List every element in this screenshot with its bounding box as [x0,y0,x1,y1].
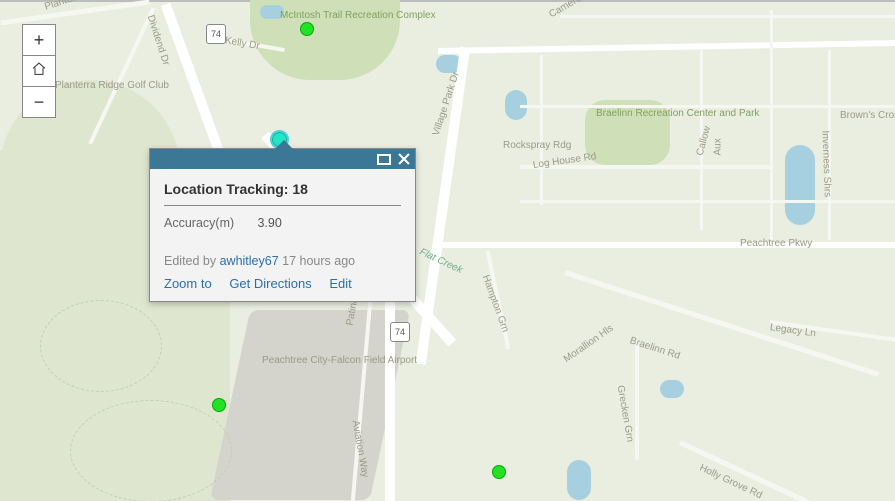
location-marker-3[interactable] [492,465,506,479]
label-braelinn-park: Braelinn Recreation Center and Park [596,108,666,119]
hwy-shield-74a: 74 [206,24,226,44]
hwy-shield-74b: 74 [390,322,410,342]
feature-popup: Location Tracking: 18 Accuracy(m) 3.90 E… [149,148,416,302]
label-browns: Brown's Crossing [840,110,895,121]
accuracy-label: Accuracy(m) [164,216,254,230]
label-rockspray: Rockspray Rdg [503,140,571,151]
grecken-grn [635,340,639,460]
popup-maximize-button[interactable] [377,152,391,166]
zoom-out-button[interactable]: − [23,87,55,117]
airport-area [210,310,410,500]
location-marker-2[interactable] [212,398,226,412]
label-aux: Aux [713,138,724,155]
grid-h3 [520,200,895,203]
popup-close-button[interactable] [397,152,411,166]
grid-v2 [770,10,773,240]
edited-prefix: Edited by [164,254,220,268]
label-airport: Peachtree City-Falcon Field Airport [262,355,342,366]
popup-body: Location Tracking: 18 Accuracy(m) 3.90 E… [150,169,415,301]
label-grecken: Grecken Grn [615,385,636,443]
popup-title-value: 18 [292,181,308,197]
location-marker-1[interactable] [300,22,314,36]
lake-east [785,145,815,225]
label-peachtree-pkwy: Peachtree Pkwy [740,238,812,249]
editor-link[interactable]: awhitley67 [220,254,279,268]
popup-title-prefix: Location Tracking: [164,181,292,197]
plus-icon: + [34,30,45,51]
get-directions-link[interactable]: Get Directions [229,276,311,291]
label-planterra: Planterra Ridge Golf Club [55,80,115,91]
grid-h1 [560,15,895,18]
label-inverness: Inverness Shrs [820,130,833,197]
map-canvas[interactable]: 74 74 McIntosh Trail Recreation Complex … [0,0,895,501]
popup-actions: Zoom to Get Directions Edit [164,276,401,291]
rd-north-hz [438,40,895,54]
peachtree-pkwy [440,242,895,248]
label-morallion: Morallion Hls [562,323,616,365]
home-extent-button[interactable] [23,56,55,87]
label-callow: Callow [695,125,713,157]
edit-link[interactable]: Edit [329,276,351,291]
contour-1 [40,300,162,392]
popup-edit-meta: Edited by awhitley67 17 hours ago [164,254,401,268]
zoom-control: + − [22,24,56,118]
accuracy-value: 3.90 [257,216,281,230]
grid-v4 [540,55,543,205]
zoom-to-link[interactable]: Zoom to [164,276,212,291]
popup-title: Location Tracking: 18 [164,181,401,206]
home-icon [31,61,47,82]
contour-2 [70,400,232,501]
label-mcintosh: McIntosh Trail Recreation Complex [280,10,360,21]
edited-suffix: 17 hours ago [279,254,355,268]
popup-arrow [275,140,293,149]
planterra-rdg-rd [0,0,149,25]
pond-4 [660,380,684,398]
zoom-in-button[interactable]: + [23,25,55,56]
minus-icon: − [34,92,45,113]
braelinn-rd [564,270,879,377]
popup-header [150,149,415,169]
popup-accuracy-row: Accuracy(m) 3.90 [164,216,401,230]
pond-5 [567,460,591,500]
